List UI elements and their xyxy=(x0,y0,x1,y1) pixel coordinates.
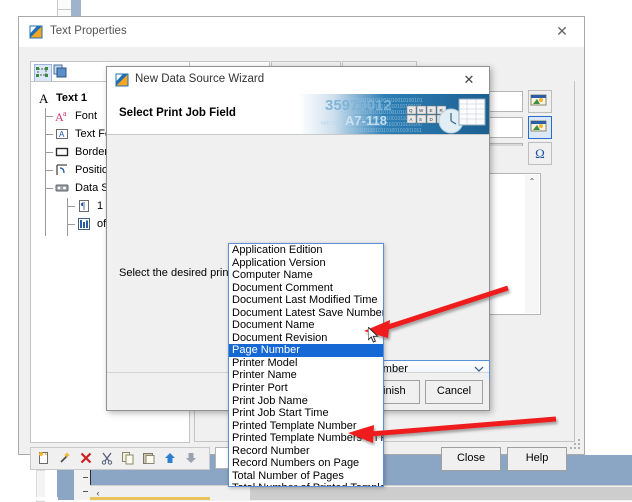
svg-text:A: A xyxy=(410,117,413,122)
help-button[interactable]: Help xyxy=(507,447,567,471)
tree-item-label: Text 1 xyxy=(56,92,87,104)
dropdown-option[interactable]: Document Comment xyxy=(229,282,383,295)
dropdown-option[interactable]: Document Name xyxy=(229,319,383,332)
tree-item-label: Font xyxy=(75,110,98,122)
paragraph-icon: ¶ xyxy=(77,199,91,213)
dropdown-option[interactable]: Printer Model xyxy=(229,357,383,370)
wizard-header: 0100110100101001010010100101 11010010110… xyxy=(107,94,489,134)
dropdown-option[interactable]: Print Job Name xyxy=(229,395,383,408)
wizard-title: New Data Source Wizard xyxy=(135,73,265,85)
cancel-button[interactable]: Cancel xyxy=(425,380,483,404)
letter-a-icon: A xyxy=(38,91,52,106)
insert-data-source-icon-1[interactable] xyxy=(528,90,552,113)
dropdown-option[interactable]: Printed Template Numbers on Page xyxy=(229,432,383,445)
dropdown-option[interactable]: Record Numbers on Page xyxy=(229,457,383,470)
svg-text:A: A xyxy=(59,130,65,139)
wizard-wand-icon[interactable] xyxy=(57,451,72,466)
tree-item-label: 1 xyxy=(97,200,104,212)
text-format-icon: A xyxy=(55,127,69,141)
dropdown-option[interactable]: Computer Name xyxy=(229,269,383,282)
dropdown-option[interactable]: Document Last Modified Time xyxy=(229,294,383,307)
background-window-fragment-blue xyxy=(71,0,81,17)
svg-text:A: A xyxy=(39,91,49,105)
new-document-icon[interactable] xyxy=(36,451,51,466)
dropdown-option[interactable]: Page Number xyxy=(229,344,383,357)
cut-scissors-icon[interactable] xyxy=(99,451,114,466)
dropdown-option[interactable]: Printed Template Number xyxy=(229,420,383,433)
dropdown-option[interactable]: Application Edition xyxy=(229,244,383,257)
database-icon xyxy=(77,217,91,231)
copy-icon[interactable] xyxy=(120,451,135,466)
tree-item-label: of xyxy=(97,218,107,230)
border-icon xyxy=(55,145,69,159)
dropdown-option[interactable]: Document Revision xyxy=(229,332,383,345)
scroll-up-icon[interactable]: ⌃ xyxy=(525,175,539,189)
svg-text:¶: ¶ xyxy=(81,201,85,211)
dropdown-option[interactable]: Total Number of Pages xyxy=(229,470,383,483)
field-dropdown-list[interactable]: Application Edition Application Version Co… xyxy=(228,243,384,487)
omega-symbol-icon[interactable]: Ω xyxy=(528,142,552,165)
close-button[interactable]: Close xyxy=(441,447,501,471)
dropdown-option[interactable]: Document Latest Save Number xyxy=(229,307,383,320)
list-scrollbar[interactable]: ⌃ xyxy=(525,175,539,313)
wizard-subtitle: Select Print Job Field xyxy=(119,107,236,119)
dropdown-option[interactable]: Print Job Start Time xyxy=(229,407,383,420)
svg-text:E: E xyxy=(430,108,433,113)
text-properties-title: Text Properties xyxy=(50,25,127,37)
delete-red-x-icon[interactable] xyxy=(78,451,93,466)
dropdown-option[interactable]: Printer Name xyxy=(229,369,383,382)
svg-text:a: a xyxy=(63,109,67,118)
document-orange-fold-icon xyxy=(115,73,129,87)
copy-layers-icon[interactable] xyxy=(53,64,69,80)
selection-handles-icon[interactable] xyxy=(34,64,52,82)
paste-icon[interactable] xyxy=(141,451,156,466)
svg-text:S: S xyxy=(419,117,422,122)
resize-grip[interactable] xyxy=(570,439,582,451)
tree-item-label: Border xyxy=(75,146,109,158)
data-source-icon xyxy=(55,181,69,195)
close-icon[interactable]: ✕ xyxy=(449,67,489,93)
wizard-titlebar[interactable]: New Data Source Wizard ✕ xyxy=(107,67,489,94)
document-orange-fold-icon xyxy=(29,25,43,39)
dropdown-option[interactable]: Record Number xyxy=(229,445,383,458)
svg-text:MAY2000: MAY2000 xyxy=(321,121,343,127)
move-down-arrow-icon[interactable] xyxy=(183,451,198,466)
insert-data-source-icon-2[interactable] xyxy=(528,116,552,139)
move-up-arrow-icon[interactable] xyxy=(162,451,177,466)
scrollbar-thumb[interactable] xyxy=(250,487,632,500)
omega-glyph: Ω xyxy=(535,146,545,161)
svg-text:A7-118: A7-118 xyxy=(345,113,387,128)
wizard-banner-image: 0100110100101001010010100101 11010010110… xyxy=(299,94,489,134)
font-icon: Aa xyxy=(55,109,69,124)
position-icon xyxy=(55,163,69,177)
dropdown-option[interactable]: Printer Port xyxy=(229,382,383,395)
dropdown-option[interactable]: Application Version xyxy=(229,257,383,270)
mouse-pointer xyxy=(368,327,379,343)
data-source-toolbar xyxy=(30,447,210,470)
close-icon[interactable]: ✕ xyxy=(540,17,584,45)
dropdown-option[interactable]: Total Number of Printed Templates xyxy=(229,482,383,486)
svg-text:Q: Q xyxy=(409,108,413,113)
background-window-fragment-line xyxy=(57,9,71,10)
text-properties-titlebar[interactable]: Text Properties ✕ xyxy=(19,17,584,47)
svg-text:35970012: 35970012 xyxy=(325,97,392,114)
